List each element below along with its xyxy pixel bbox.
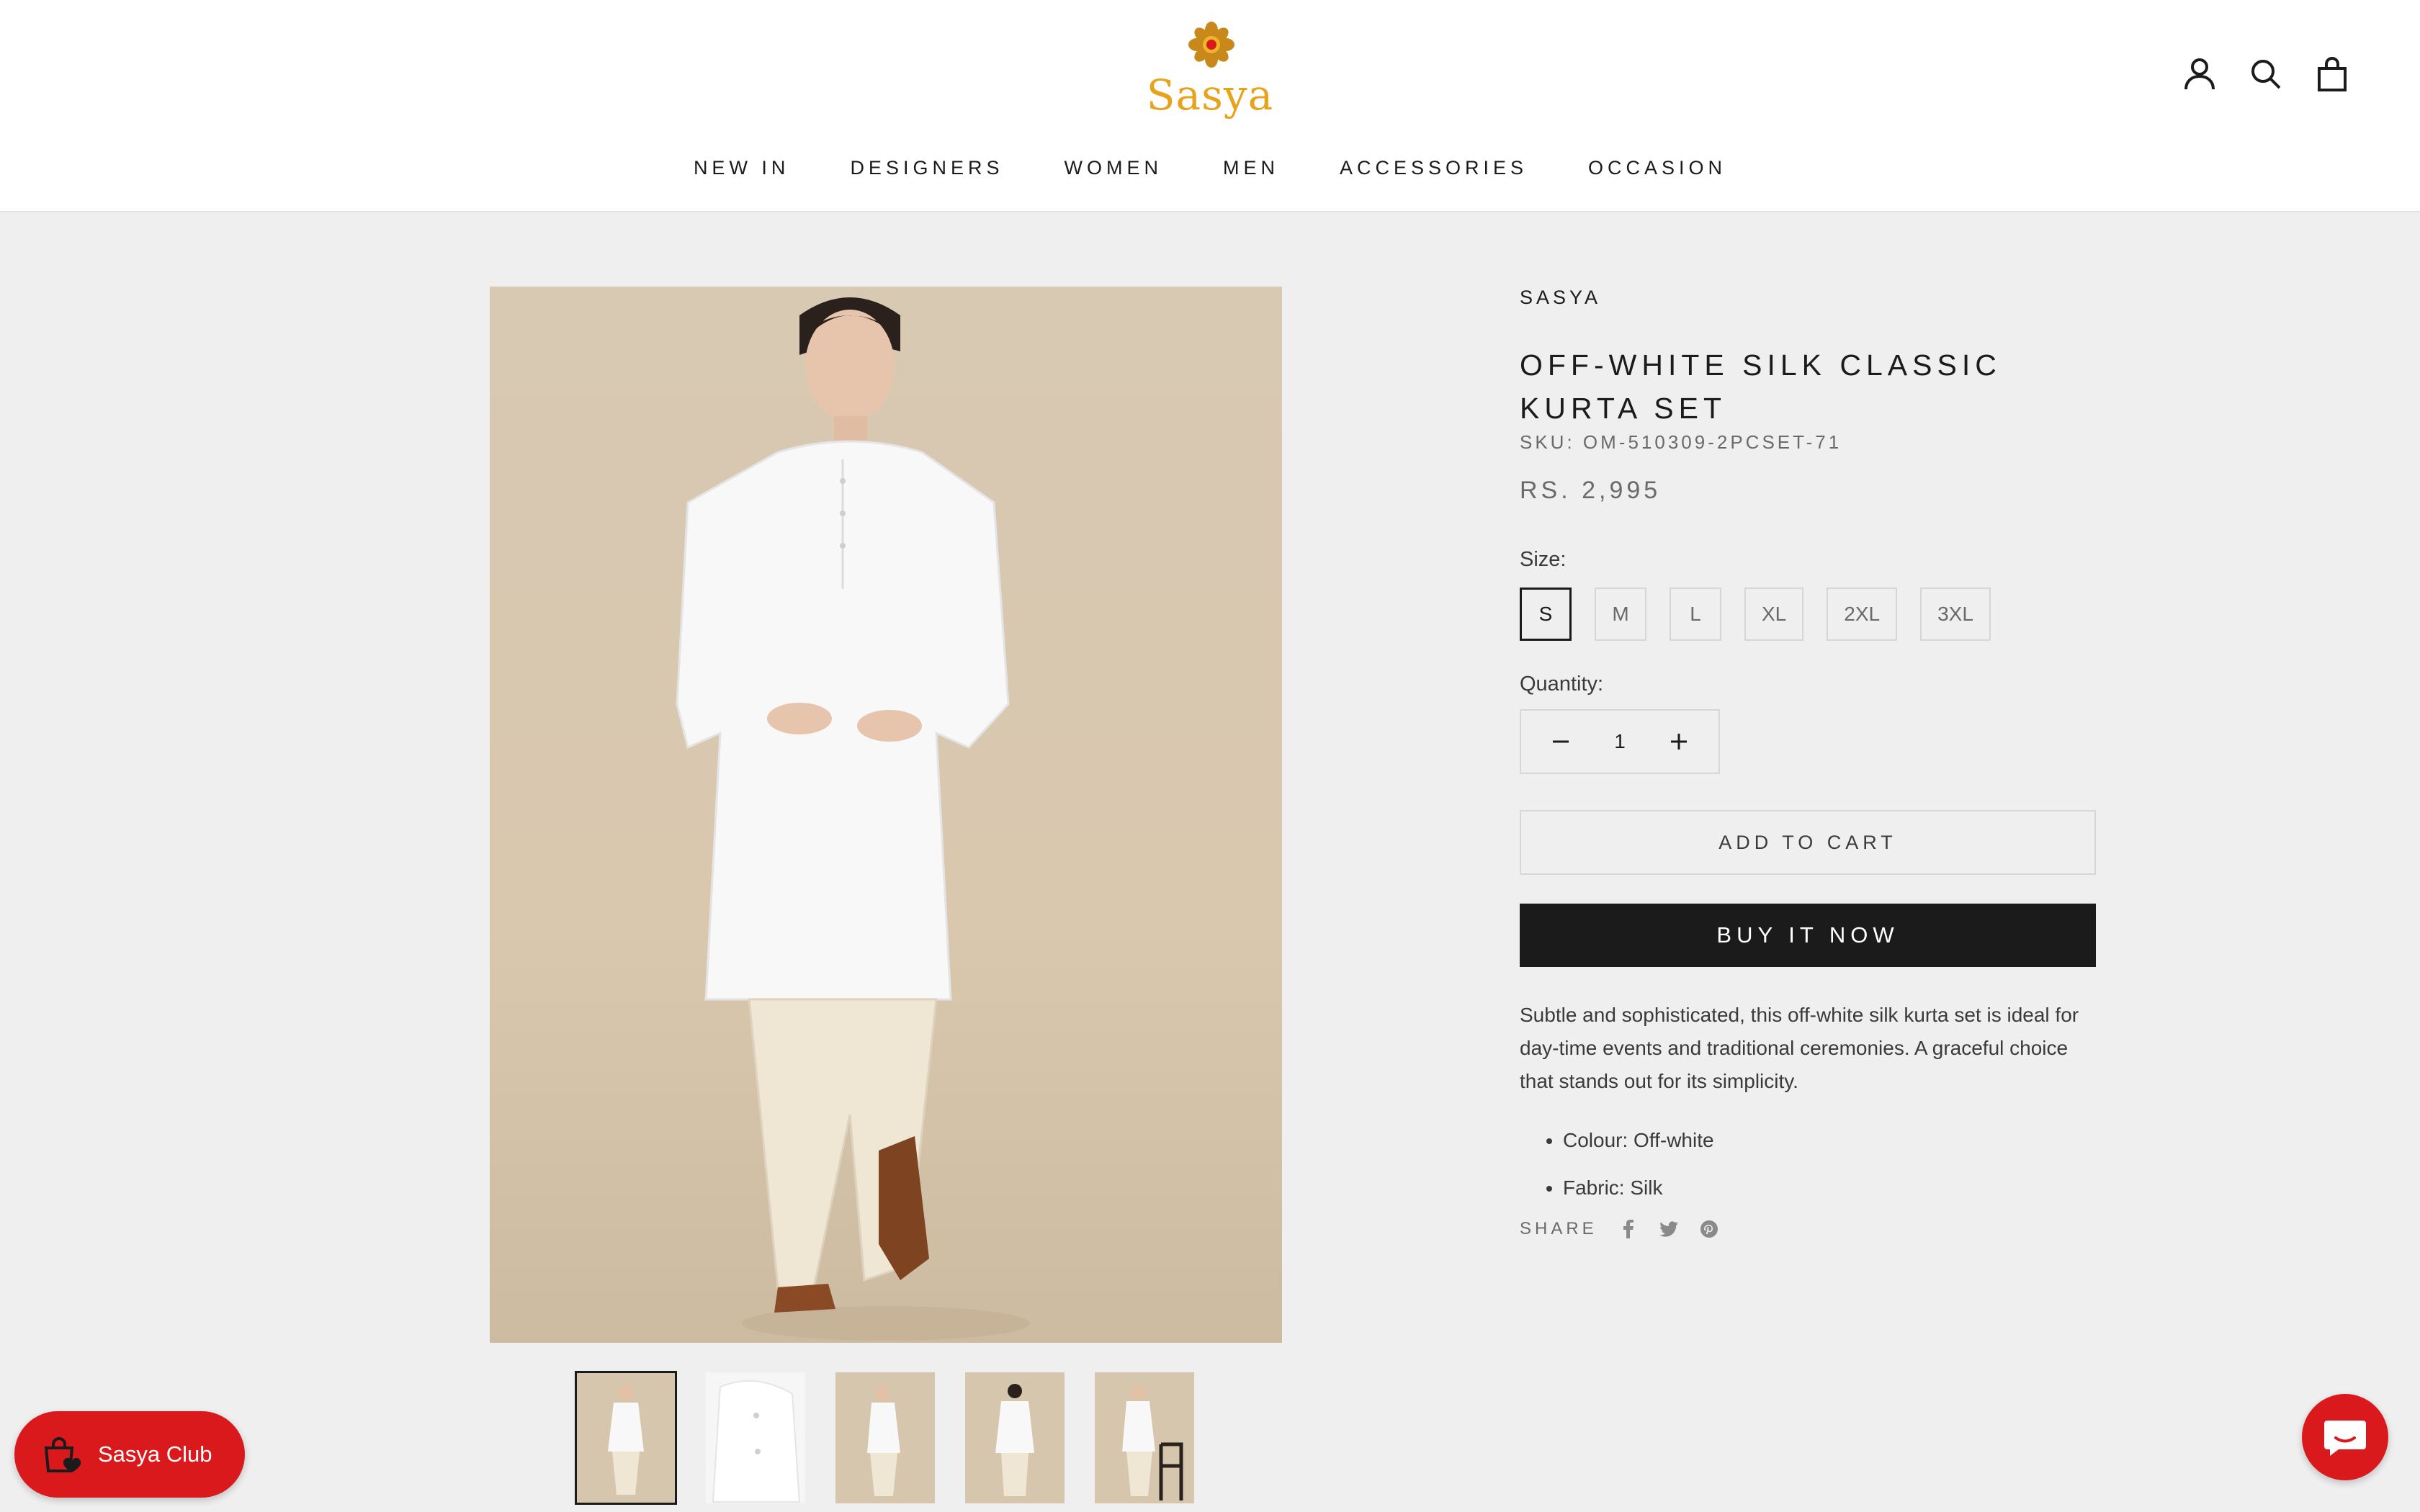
nav-new-in[interactable]: NEW IN bbox=[694, 157, 790, 179]
quantity-label: Quantity: bbox=[1520, 672, 1604, 696]
thumbnail-1[interactable] bbox=[575, 1371, 677, 1505]
nav-women[interactable]: WOMEN bbox=[1064, 157, 1162, 179]
product-vendor[interactable]: SASYA bbox=[1520, 287, 2096, 309]
club-label: Sasya Club bbox=[98, 1441, 212, 1467]
cart-bag-icon[interactable] bbox=[2315, 56, 2349, 92]
size-option-m[interactable]: M bbox=[1595, 588, 1646, 641]
size-option-2xl[interactable]: 2XL bbox=[1827, 588, 1898, 641]
pinterest-icon[interactable] bbox=[1700, 1220, 1718, 1238]
minus-icon bbox=[1553, 740, 1569, 743]
plus-icon bbox=[1670, 734, 1687, 750]
detail-colour: Colour: Off-white bbox=[1563, 1124, 2096, 1157]
product-price: RS. 2,995 bbox=[1520, 477, 1662, 504]
size-option-3xl[interactable]: 3XL bbox=[1920, 588, 1991, 641]
product-sku: SKU: OM-510309-2PCSET-71 bbox=[1520, 431, 1842, 453]
nav-men[interactable]: MEN bbox=[1223, 157, 1279, 179]
size-selector: S M L XL 2XL 3XL bbox=[1520, 588, 2096, 641]
thumbnail-5[interactable] bbox=[1095, 1372, 1194, 1503]
size-option-xl[interactable]: XL bbox=[1744, 588, 1804, 641]
model-photo bbox=[676, 297, 1030, 1341]
size-label: Size: bbox=[1520, 548, 1567, 571]
nav-accessories[interactable]: ACCESSORIES bbox=[1340, 157, 1528, 179]
thumbnail-2[interactable] bbox=[706, 1372, 805, 1503]
product-title: OFF-WHITE SILK CLASSIC KURTA SET bbox=[1520, 348, 2002, 425]
add-to-cart-button[interactable]: ADD TO CART bbox=[1520, 810, 2096, 875]
header-actions bbox=[2182, 56, 2349, 92]
size-option-l[interactable]: L bbox=[1670, 588, 1721, 641]
main-navigation: NEW IN DESIGNERS WOMEN MEN ACCESSORIES O… bbox=[0, 157, 2420, 179]
sasya-club-button[interactable]: Sasya Club bbox=[14, 1411, 245, 1498]
buy-it-now-button[interactable]: BUY IT NOW bbox=[1520, 904, 2096, 967]
detail-fabric: Fabric: Silk bbox=[1563, 1171, 2096, 1205]
share-label: SHARE bbox=[1520, 1219, 1597, 1238]
facebook-icon[interactable] bbox=[1619, 1220, 1638, 1238]
quantity-input[interactable]: 1 bbox=[1614, 730, 1626, 753]
lotus-flower-icon bbox=[1188, 22, 1234, 68]
thumbnail-4[interactable] bbox=[965, 1372, 1065, 1503]
quantity-increase-button[interactable] bbox=[1668, 727, 1690, 756]
quantity-decrease-button[interactable] bbox=[1550, 727, 1572, 756]
product-main-image[interactable] bbox=[490, 287, 1282, 1343]
twitter-icon[interactable] bbox=[1659, 1220, 1678, 1238]
product-description: Subtle and sophisticated, this off-white… bbox=[1520, 1004, 2079, 1092]
brand-name: Sasya bbox=[1146, 71, 1274, 120]
thumbnail-3[interactable] bbox=[835, 1372, 935, 1503]
product-thumbnails bbox=[575, 1371, 1194, 1505]
nav-occasion[interactable]: OCCASION bbox=[1588, 157, 1726, 179]
account-icon[interactable] bbox=[2182, 56, 2217, 92]
shopping-bag-heart-icon bbox=[44, 1437, 81, 1472]
site-header: Sasya NEW IN DESIGNERS WOMEN MEN ACCESSO… bbox=[0, 0, 2420, 212]
nav-designers[interactable]: DESIGNERS bbox=[850, 157, 1003, 179]
chat-bubble-icon bbox=[2324, 1421, 2366, 1456]
chat-button[interactable] bbox=[2302, 1394, 2388, 1480]
size-option-s[interactable]: S bbox=[1520, 588, 1572, 641]
product-details-list: Colour: Off-white Fabric: Silk bbox=[1520, 1124, 2096, 1205]
share-row: SHARE bbox=[1520, 1219, 2096, 1239]
brand-logo[interactable]: Sasya bbox=[1145, 22, 1275, 130]
search-icon[interactable] bbox=[2249, 56, 2283, 92]
product-info: SASYA OFF-WHITE SILK CLASSIC KURTA SET S… bbox=[1520, 281, 2096, 1239]
quantity-stepper: 1 bbox=[1520, 709, 1720, 774]
